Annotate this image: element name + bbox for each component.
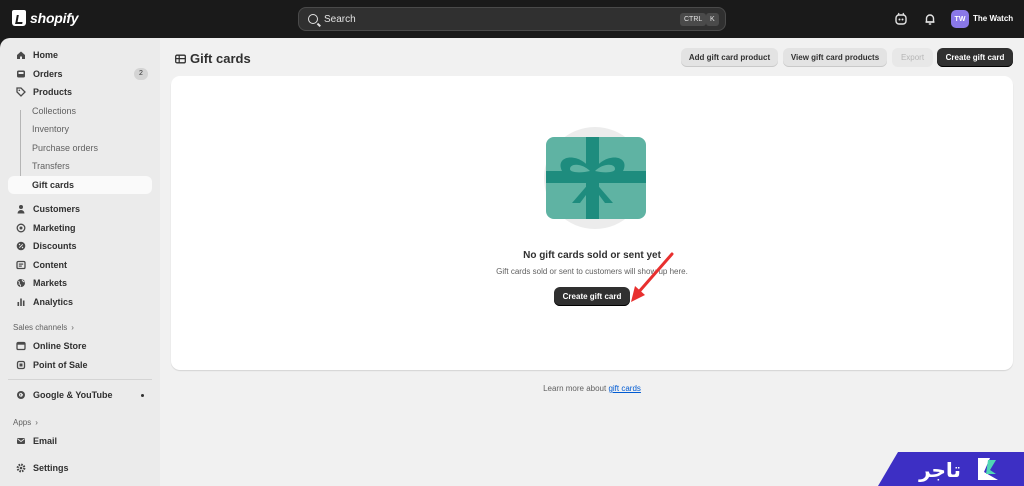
sidebar-item-label: Inventory <box>32 124 70 134</box>
sidebar-item-gift-cards[interactable]: Gift cards <box>8 176 152 194</box>
sidebar-item-settings[interactable]: Settings <box>8 459 152 477</box>
sidebar-item-label: Home <box>33 50 59 60</box>
export-button[interactable]: Export <box>892 48 933 67</box>
page-title-text: Gift cards <box>190 51 251 66</box>
shortcut-k-key: K <box>706 13 719 26</box>
top-bar: shopify Search CTRL K TW The Watch <box>0 0 1024 38</box>
chevron-right-icon: › <box>35 418 38 427</box>
sidebar-item-inventory[interactable]: Inventory <box>8 120 152 138</box>
sidebar-item-label: Purchase orders <box>32 143 99 153</box>
shopify-logo[interactable]: shopify <box>12 10 79 26</box>
sidebar-item-transfers[interactable]: Transfers <box>8 157 152 175</box>
learn-more-text: Learn more about <box>543 384 607 393</box>
sidebar-item-google-youtube[interactable]: Google & YouTube <box>8 386 152 404</box>
sidebar-item-label: Collections <box>32 106 77 116</box>
gear-icon <box>16 463 26 473</box>
sales-channels-label: Sales channels <box>13 323 68 332</box>
avatar[interactable]: TW <box>951 10 969 28</box>
bell-icon[interactable] <box>923 12 937 26</box>
target-icon <box>16 223 26 233</box>
sales-channels-header[interactable]: Sales channels › <box>13 323 74 332</box>
sidebar-item-products[interactable]: Products <box>8 83 152 101</box>
sidebar-item-online-store[interactable]: Online Store <box>8 337 152 355</box>
empty-state-create-button[interactable]: Create gift card <box>554 287 630 306</box>
sidebar-item-label: Point of Sale <box>33 360 88 370</box>
gift-card-icon <box>175 54 186 63</box>
sidebar-item-collections[interactable]: Collections <box>8 102 152 120</box>
add-gift-card-product-button[interactable]: Add gift card product <box>681 48 778 67</box>
apps-label: Apps <box>13 418 32 427</box>
empty-state-description: Gift cards sold or sent to customers wil… <box>496 267 688 276</box>
home-icon <box>16 50 26 60</box>
sidebar-item-label: Analytics <box>33 297 74 307</box>
watermark-text: تاجر <box>918 458 961 482</box>
shopify-bag-icon <box>12 10 26 26</box>
store-name[interactable]: The Watch <box>973 14 1013 23</box>
learn-more-footer: Learn more about gift cards <box>160 384 1024 393</box>
gift-card-illustration <box>544 127 646 229</box>
sidebar-item-label: Settings <box>33 463 69 473</box>
sidebar-item-label: Email <box>33 436 58 446</box>
sidebar: Home Orders 2 Products Collections Inven… <box>0 38 160 486</box>
logo-text: shopify <box>30 10 79 26</box>
discount-icon <box>16 241 26 251</box>
sidebar-item-email[interactable]: Email <box>8 432 152 450</box>
orders-count-badge: 2 <box>134 68 148 80</box>
sidebar-item-label: Content <box>33 260 67 270</box>
sidebar-item-label: Google & YouTube <box>33 390 113 400</box>
sidebar-item-purchase-orders[interactable]: Purchase orders <box>8 139 152 157</box>
annotation-arrow-icon <box>631 252 674 302</box>
gift-cards-link[interactable]: gift cards <box>608 384 640 393</box>
search-placeholder: Search <box>324 13 356 25</box>
sidebar-item-label: Markets <box>33 278 68 288</box>
search-bar[interactable]: Search CTRL K <box>298 7 726 31</box>
sidebar-item-orders[interactable]: Orders 2 <box>8 65 152 83</box>
tajer-watermark: تاجر <box>878 452 1024 486</box>
sidekick-icon[interactable] <box>894 12 908 26</box>
google-icon <box>16 390 26 400</box>
store-icon <box>16 341 26 351</box>
status-dot <box>141 394 144 397</box>
sidebar-item-label: Orders <box>33 69 63 79</box>
sidebar-item-point-of-sale[interactable]: Point of Sale <box>8 356 152 374</box>
content-icon <box>16 260 26 270</box>
globe-icon <box>16 278 26 288</box>
sidebar-item-content[interactable]: Content <box>8 256 152 274</box>
person-icon <box>16 204 26 214</box>
chevron-right-icon: › <box>71 323 74 332</box>
sidebar-item-markets[interactable]: Markets <box>8 274 152 292</box>
search-icon <box>308 14 318 24</box>
sidebar-item-label: Discounts <box>33 241 77 251</box>
page-title: Gift cards <box>175 51 251 66</box>
view-gift-card-products-button[interactable]: View gift card products <box>783 48 887 67</box>
shortcut-ctrl-key: CTRL <box>680 13 707 26</box>
orders-icon <box>16 69 26 79</box>
sidebar-item-label: Customers <box>33 204 81 214</box>
sidebar-item-home[interactable]: Home <box>8 46 152 64</box>
sidebar-item-label: Gift cards <box>32 180 75 190</box>
sidebar-item-customers[interactable]: Customers <box>8 200 152 218</box>
main-content: Gift cards Add gift card product View gi… <box>160 38 1024 486</box>
sidebar-item-label: Transfers <box>32 161 70 171</box>
empty-state-card: No gift cards sold or sent yet Gift card… <box>171 76 1013 370</box>
sidebar-item-marketing[interactable]: Marketing <box>8 219 152 237</box>
sidebar-item-discounts[interactable]: Discounts <box>8 237 152 255</box>
empty-state-title: No gift cards sold or sent yet <box>523 250 661 261</box>
sidebar-item-label: Online Store <box>33 341 87 351</box>
bar-chart-icon <box>16 297 26 307</box>
tag-icon <box>16 87 26 97</box>
apps-header[interactable]: Apps › <box>13 418 38 427</box>
email-icon <box>16 436 26 446</box>
sidebar-item-analytics[interactable]: Analytics <box>8 293 152 311</box>
sidebar-divider <box>8 379 152 380</box>
sidebar-item-label: Products <box>33 87 73 97</box>
create-gift-card-button[interactable]: Create gift card <box>937 48 1013 67</box>
pos-icon <box>16 360 26 370</box>
sidebar-item-label: Marketing <box>33 223 76 233</box>
